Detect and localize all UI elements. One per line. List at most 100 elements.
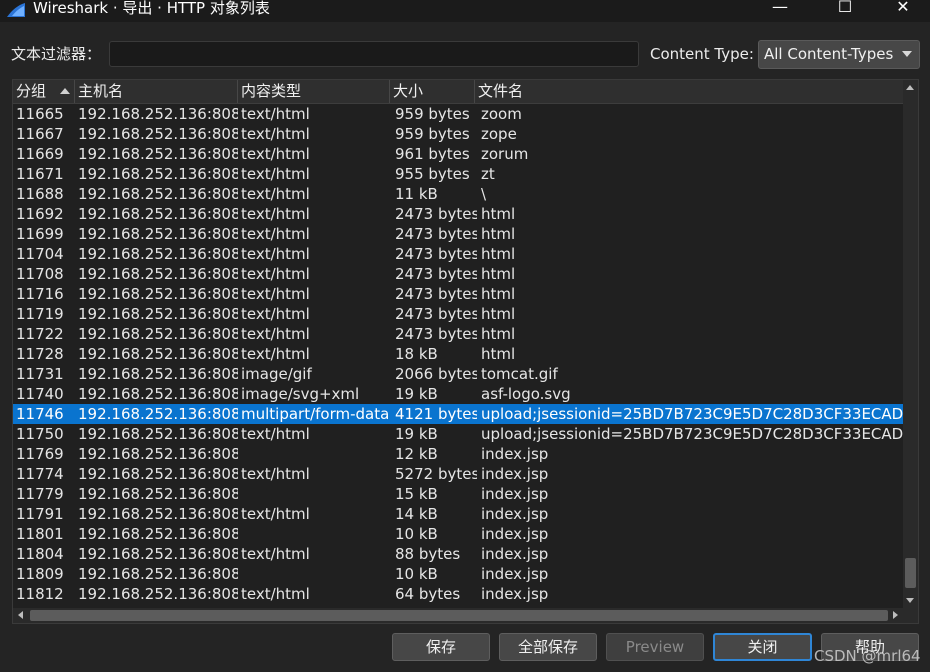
scroll-up-icon[interactable] [903, 80, 918, 95]
size-cell: 15 kB [395, 485, 438, 503]
filename-cell: zoom [481, 105, 522, 123]
table-row[interactable]: 11746 192.168.252.136:8080 multipart/form-… [13, 404, 903, 424]
horizontal-scrollbar[interactable] [13, 608, 903, 623]
scroll-down-icon[interactable] [903, 593, 918, 608]
table-row[interactable]: 11719 192.168.252.136:8080 text/html 2473 b… [13, 304, 903, 324]
column-header-packet[interactable]: 分组 [13, 80, 75, 103]
minimize-button[interactable]: — [757, 0, 803, 20]
watermark: CSDN @mrl64 [814, 647, 921, 665]
column-header-filename[interactable]: 文件名 [475, 80, 903, 103]
content-type-cell: multipart/form-data [241, 405, 390, 423]
packet-cell: 11722 [16, 325, 64, 343]
hostname-cell: 192.168.252.136:8080 [78, 125, 238, 143]
preview-button[interactable]: Preview [606, 633, 704, 661]
hostname-cell: 192.168.252.136:8080 [78, 145, 238, 163]
size-cell: 88 bytes [395, 545, 461, 563]
size-cell: 955 bytes [395, 165, 470, 183]
content-type-cell: text/html [241, 285, 310, 303]
filename-cell: index.jsp [481, 505, 549, 523]
content-type-label: Content Type: [650, 45, 754, 63]
table-row[interactable]: 11667 192.168.252.136:8080 text/html 959 by… [13, 124, 903, 144]
filename-cell: html [481, 345, 516, 363]
size-cell: 2473 bytes [395, 285, 477, 303]
table-row[interactable]: 11812 192.168.252.136:8080 text/html 64 byt… [13, 584, 903, 604]
scrollbar-corner [903, 608, 918, 623]
column-header-packet-label: 分组 [16, 82, 47, 100]
table-row[interactable]: 11692 192.168.252.136:8080 text/html 2473 b… [13, 204, 903, 224]
packet-cell: 11804 [16, 545, 64, 563]
wireshark-fin-icon [7, 3, 25, 17]
close-button[interactable]: 关闭 [713, 633, 812, 661]
size-cell: 11 kB [395, 185, 438, 203]
packet-cell: 11699 [16, 225, 64, 243]
content-type-cell: text/html [241, 205, 310, 223]
horizontal-scroll-thumb[interactable] [30, 610, 888, 621]
table-row[interactable]: 11809 192.168.252.136:8080 10 kB index.jsp [13, 564, 903, 584]
vertical-scrollbar[interactable] [903, 80, 918, 608]
packet-cell: 11704 [16, 245, 64, 263]
hostname-cell: 192.168.252.136:8080 [78, 225, 238, 243]
hostname-cell: 192.168.252.136:8080 [78, 245, 238, 263]
table-row[interactable]: 11688 192.168.252.136:8080 text/html 11 kB \ [13, 184, 903, 204]
packet-cell: 11812 [16, 585, 64, 603]
table-row[interactable]: 11708 192.168.252.136:8080 text/html 2473 b… [13, 264, 903, 284]
close-window-button[interactable]: ✕ [880, 0, 926, 20]
size-cell: 2473 bytes [395, 245, 477, 263]
table-row[interactable]: 11699 192.168.252.136:8080 text/html 2473 b… [13, 224, 903, 244]
scroll-right-icon[interactable] [888, 608, 903, 623]
filename-cell: html [481, 285, 516, 303]
table-row[interactable]: 11731 192.168.252.136:8080 image/gif 2066 b… [13, 364, 903, 384]
content-type-cell: text/html [241, 185, 310, 203]
hostname-cell: 192.168.252.136:8080 [78, 365, 238, 383]
content-type-cell [241, 484, 391, 504]
table-row[interactable]: 11769 192.168.252.136:8080 12 kB index.jsp [13, 444, 903, 464]
maximize-button[interactable]: ☐ [822, 0, 868, 20]
filename-cell: html [481, 265, 516, 283]
table-row[interactable]: 11779 192.168.252.136:8080 15 kB index.jsp [13, 484, 903, 504]
content-type-cell: text/html [241, 265, 310, 283]
table-row[interactable]: 11791 192.168.252.136:8080 text/html 14 kB i… [13, 504, 903, 524]
column-header-content-type[interactable]: 内容类型 [238, 80, 390, 103]
text-filter-label: 文本过滤器： [11, 45, 102, 63]
table-row[interactable]: 11774 192.168.252.136:8080 text/html 5272 b… [13, 464, 903, 484]
hostname-cell: 192.168.252.136:8080 [78, 185, 238, 203]
table-row[interactable]: 11716 192.168.252.136:8080 text/html 2473 b… [13, 284, 903, 304]
content-type-cell: text/html [241, 145, 310, 163]
vertical-scroll-thumb[interactable] [905, 558, 916, 588]
hostname-cell: 192.168.252.136:8080 [78, 285, 238, 303]
hostname-cell: 192.168.252.136:8080 [78, 265, 238, 283]
table-row[interactable]: 11740 192.168.252.136:8080 image/svg+xml 19… [13, 384, 903, 404]
scroll-left-icon[interactable] [13, 608, 28, 623]
table-row[interactable]: 11728 192.168.252.136:8080 text/html 18 kB h… [13, 344, 903, 364]
packet-cell: 11716 [16, 285, 64, 303]
table-row[interactable]: 11750 192.168.252.136:8080 text/html 19 kB u… [13, 424, 903, 444]
title-bar: Wireshark · 导出 · HTTP 对象列表 — ☐ ✕ [0, 0, 930, 22]
content-type-select[interactable]: All Content-Types [758, 40, 920, 69]
column-header-hostname[interactable]: 主机名 [75, 80, 238, 103]
filename-cell: upload;jsessionid=25BD7B723C9E5D7C28D3CF… [481, 405, 903, 423]
content-type-cell: text/html [241, 225, 310, 243]
filename-cell: index.jsp [481, 525, 549, 543]
content-type-cell [241, 564, 391, 584]
size-cell: 2473 bytes [395, 325, 477, 343]
table-row[interactable]: 11804 192.168.252.136:8080 text/html 88 byt… [13, 544, 903, 564]
table-row[interactable]: 11671 192.168.252.136:8080 text/html 955 by… [13, 164, 903, 184]
sort-ascending-icon [60, 88, 70, 94]
filename-cell: index.jsp [481, 485, 549, 503]
table-row[interactable]: 11669 192.168.252.136:8080 text/html 961 by… [13, 144, 903, 164]
text-filter-input[interactable] [109, 41, 639, 67]
packet-cell: 11667 [16, 125, 64, 143]
hostname-cell: 192.168.252.136:8080 [78, 165, 238, 183]
table-row[interactable]: 11722 192.168.252.136:8080 text/html 2473 b… [13, 324, 903, 344]
packet-cell: 11692 [16, 205, 64, 223]
content-type-cell: text/html [241, 165, 310, 183]
table-row[interactable]: 11665 192.168.252.136:8080 text/html 959 by… [13, 104, 903, 124]
content-type-cell: text/html [241, 325, 310, 343]
column-header-size[interactable]: 大小 [390, 80, 475, 103]
save-button[interactable]: 保存 [392, 633, 490, 661]
filename-cell: index.jsp [481, 565, 549, 583]
save-all-button[interactable]: 全部保存 [499, 633, 597, 661]
table-row[interactable]: 11801 192.168.252.136:8080 10 kB index.jsp [13, 524, 903, 544]
filename-cell: asf-logo.svg [481, 385, 571, 403]
table-row[interactable]: 11704 192.168.252.136:8080 text/html 2473 b… [13, 244, 903, 264]
